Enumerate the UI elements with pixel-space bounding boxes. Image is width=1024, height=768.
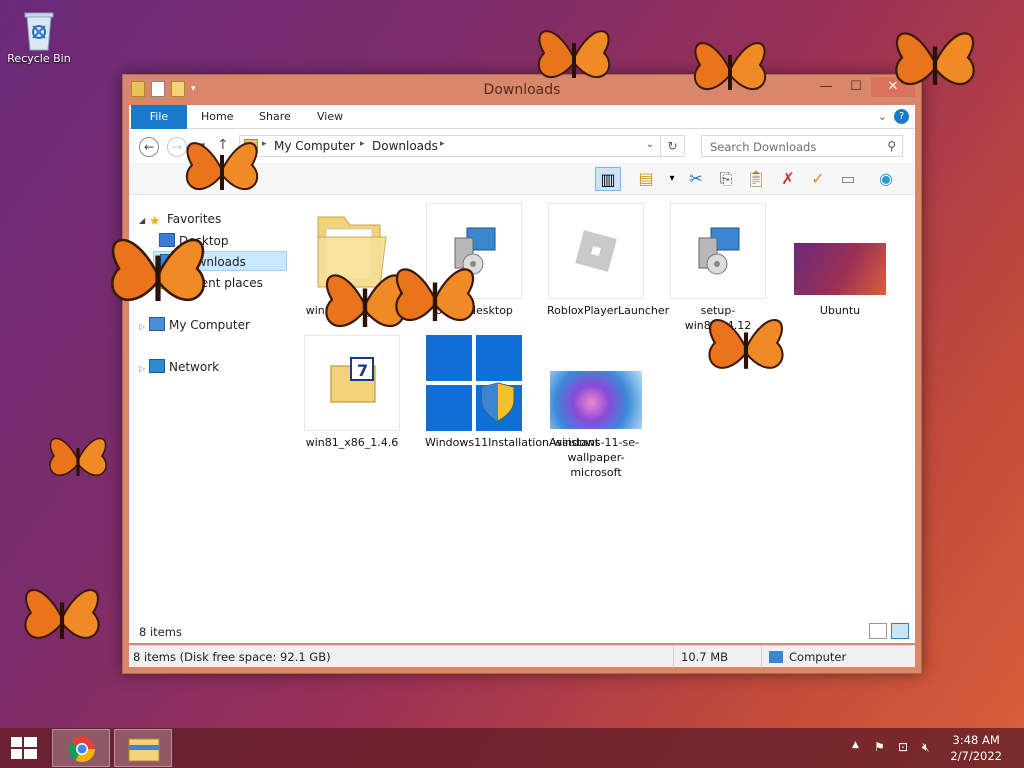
breadcrumb-my-computer[interactable]: My Computer xyxy=(274,139,355,153)
nav-network-label: Network xyxy=(168,360,220,374)
status-bar: 8 items xyxy=(129,621,915,643)
butterfly-icon xyxy=(708,319,784,369)
folder-options-icon[interactable]: ▤ xyxy=(633,167,659,191)
breadcrumb-separator-icon: ▸ xyxy=(440,139,445,149)
roblox-icon xyxy=(548,203,644,299)
start-button[interactable] xyxy=(0,729,48,767)
breadcrumb-downloads[interactable]: Downloads xyxy=(372,139,438,153)
file-name: win81_x86_1.4.6 xyxy=(305,436,399,449)
file-explorer-icon xyxy=(128,738,160,762)
title-bar[interactable]: ▾ Downloads — ☐ ✕ xyxy=(123,75,921,105)
taskbar: ▲ ⚑ ⊡ 🔇︎ 3:48 AM 2/7/2022 xyxy=(0,728,1024,768)
computer-icon xyxy=(769,651,783,663)
maximize-button[interactable]: ☐ xyxy=(841,77,871,97)
butterfly-icon xyxy=(111,238,205,302)
clock[interactable]: 3:48 AM 2/7/2022 xyxy=(950,732,1002,764)
copy-icon[interactable]: ⎘ xyxy=(713,167,739,191)
paste-icon[interactable]: 📋︎ xyxy=(743,167,769,191)
image-thumbnail xyxy=(548,335,644,431)
search-placeholder: Search Downloads xyxy=(710,140,817,154)
file-name: windows-11-se-wallpaper-microsoft xyxy=(553,436,639,479)
butterfly-icon xyxy=(395,268,475,322)
file-item[interactable]: RobloxPlayerLauncher xyxy=(547,203,670,318)
location-label: Computer xyxy=(789,650,847,664)
show-hidden-icons-button[interactable]: ▲ xyxy=(852,740,859,750)
file-name: Ubuntu xyxy=(819,304,861,317)
search-icon: ⚲ xyxy=(887,139,896,153)
disk-summary: 8 items (Disk free space: 92.1 GB) xyxy=(133,650,331,664)
chevron-down-icon[interactable]: ▾ xyxy=(659,167,685,191)
taskbar-file-explorer[interactable] xyxy=(114,729,172,767)
installer-icon xyxy=(670,203,766,299)
clock-date: 2/7/2022 xyxy=(950,749,1002,763)
file-name: Windows11InstallationAssistant xyxy=(425,436,600,449)
status-divider xyxy=(761,646,762,668)
butterfly-icon xyxy=(693,42,767,90)
windows-logo-icon xyxy=(11,737,37,759)
shell-icon[interactable]: ◉ xyxy=(873,167,899,191)
view-switcher xyxy=(869,623,909,639)
breadcrumb-separator-icon: ▸ xyxy=(360,139,365,149)
svg-text:7: 7 xyxy=(357,361,368,380)
rename-icon[interactable]: ▭ xyxy=(835,167,861,191)
details-status-bar: 8 items (Disk free space: 92.1 GB) 10.7 … xyxy=(129,645,915,668)
status-divider xyxy=(673,646,674,668)
preview-pane-button[interactable]: ▥ xyxy=(595,167,621,191)
checkmark-icon[interactable]: ✓ xyxy=(805,167,831,191)
delete-icon[interactable]: ✗ xyxy=(775,167,801,191)
recycle-bin-desktop-icon[interactable]: Recycle Bin xyxy=(0,8,78,65)
refresh-button[interactable]: ↻ xyxy=(661,135,685,157)
butterfly-icon xyxy=(895,32,975,86)
details-view-button[interactable] xyxy=(869,623,887,639)
butterfly-icon xyxy=(185,142,259,190)
network-icon xyxy=(148,359,165,373)
butterfly-icon xyxy=(24,589,100,639)
address-dropdown-icon[interactable]: ⌄ xyxy=(646,139,654,150)
recycle-bin-icon xyxy=(19,8,59,51)
file-name: RobloxPlayerLauncher xyxy=(547,304,670,317)
minimize-button[interactable]: — xyxy=(811,77,841,97)
back-button[interactable]: ← xyxy=(139,137,159,157)
file-item[interactable]: windows-11-se-wallpaper-microsoft xyxy=(547,335,645,480)
content-area: ◢ ★ Favorites Desktop Downloads Recent pl… xyxy=(129,195,915,643)
file-item[interactable]: Ubuntu xyxy=(791,203,889,318)
selection-size: 10.7 MB xyxy=(681,650,729,664)
clock-time: 3:48 AM xyxy=(952,733,1000,747)
volume-muted-icon[interactable]: 🔇︎ xyxy=(922,740,930,755)
action-center-flag-icon[interactable]: ⚑ xyxy=(874,740,885,754)
window-title: Downloads xyxy=(483,82,561,98)
network-tray-icon[interactable]: ⊡ xyxy=(898,740,908,754)
butterfly-icon xyxy=(49,437,107,477)
address-field[interactable]: ▸ My Computer ▸ Downloads ▸ ⌄ xyxy=(239,135,661,157)
cut-icon[interactable]: ✂ xyxy=(683,167,709,191)
butterfly-icon xyxy=(537,30,611,78)
tab-view[interactable]: View xyxy=(317,105,343,129)
image-thumbnail xyxy=(792,203,888,299)
taskbar-chrome[interactable] xyxy=(52,729,110,767)
large-icons-view-button[interactable] xyxy=(891,623,909,639)
chrome-icon xyxy=(68,736,96,763)
item-count: 8 items xyxy=(139,625,182,639)
search-input[interactable]: Search Downloads ⚲ xyxy=(701,135,903,157)
nav-network[interactable]: ▷ Network xyxy=(139,357,219,377)
recycle-bin-label: Recycle Bin xyxy=(7,52,71,65)
